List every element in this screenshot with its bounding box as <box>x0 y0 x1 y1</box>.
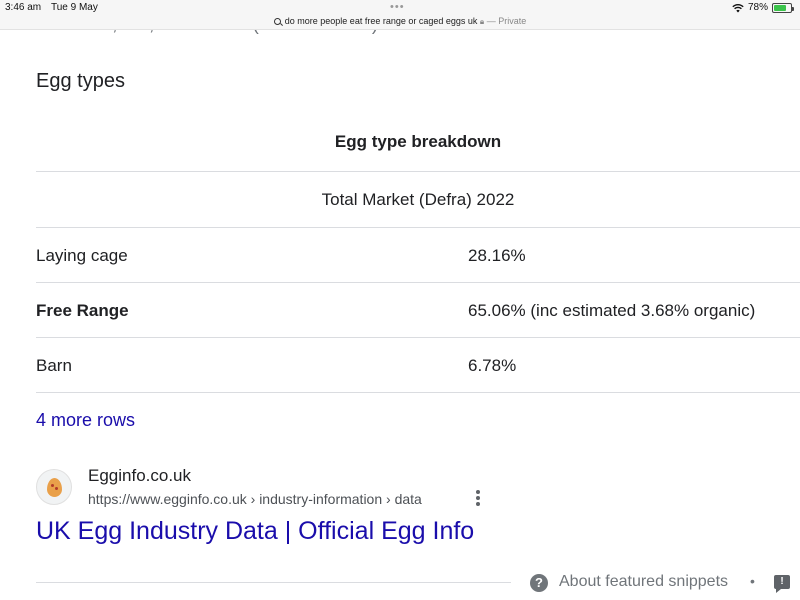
row-value-barn: 6.78% <box>468 356 517 375</box>
status-indicators: 78% <box>732 2 794 13</box>
private-label: — Private <box>486 16 527 26</box>
row-label-laying-cage: Laying cage <box>36 246 128 265</box>
egg-icon <box>47 478 62 497</box>
more-options-icon[interactable] <box>470 488 486 510</box>
battery-percent: 78% <box>747 2 768 13</box>
wifi-icon <box>732 3 744 12</box>
lock-icon: 🔒︎ <box>479 17 485 26</box>
table-subtitle: Total Market (Defra) 2022 <box>321 190 515 209</box>
row-label-free-range: Free Range <box>36 301 129 320</box>
battery-icon <box>772 2 794 13</box>
row-value-free-range: 65.06% (inc estimated 3.68% organic) <box>468 301 756 320</box>
divider <box>36 282 800 283</box>
status-bar: 3:46 am Tue 9 May ••• do more people eat… <box>0 0 800 30</box>
status-time: 3:46 am <box>5 2 42 13</box>
feedback-icon[interactable]: ! <box>774 575 790 593</box>
site-favicon-icon[interactable] <box>36 469 72 505</box>
battery-level <box>774 4 786 11</box>
status-date: Tue 9 May <box>51 2 98 13</box>
egg-dot <box>55 487 58 490</box>
divider <box>36 171 800 172</box>
divider <box>36 392 800 393</box>
search-icon <box>273 18 281 25</box>
result-title-link[interactable]: UK Egg Industry Data | Official Egg Info <box>36 517 474 546</box>
address-query: do more people eat free range or caged e… <box>284 16 478 26</box>
divider <box>36 582 511 583</box>
address-bar[interactable]: do more people eat free range or caged e… <box>0 16 800 27</box>
more-rows-link[interactable]: 4 more rows <box>36 410 135 431</box>
separator-bullet: • <box>750 573 755 589</box>
egg-dot <box>51 484 54 487</box>
divider <box>36 337 800 338</box>
help-icon[interactable]: ? <box>530 574 548 592</box>
about-featured-snippets-link[interactable]: About featured snippets <box>559 573 728 591</box>
site-name[interactable]: Egginfo.co.uk <box>88 466 191 486</box>
table-title: Egg type breakdown <box>334 132 502 151</box>
row-value-laying-cage: 28.16% <box>468 246 526 265</box>
site-url[interactable]: https://www.egginfo.co.uk › industry-inf… <box>88 491 422 507</box>
tab-handle-dots-icon[interactable]: ••• <box>390 2 405 13</box>
divider <box>36 227 800 228</box>
section-heading: Egg types <box>36 70 125 92</box>
row-label-barn: Barn <box>36 356 72 375</box>
